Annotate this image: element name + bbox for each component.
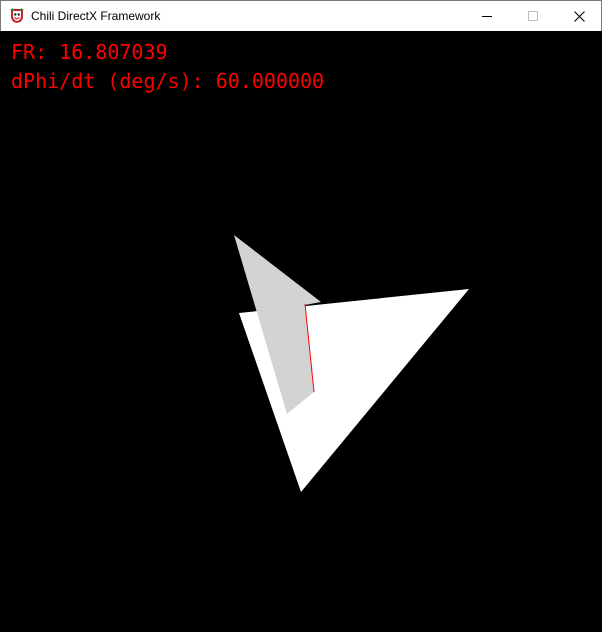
maximize-icon — [528, 11, 538, 21]
title-bar[interactable]: Chili DirectX Framework — [0, 0, 602, 31]
chili-app-icon — [10, 8, 24, 23]
close-icon — [573, 10, 585, 22]
rotation-speed-readout: dPhi/dt (deg/s): 60.000000 — [11, 69, 325, 93]
app-window: Chili DirectX Framework FR: 16.807039 dP… — [0, 0, 602, 632]
close-button[interactable] — [556, 1, 602, 31]
frame-rate-readout: FR: 16.807039 — [11, 40, 168, 64]
3d-scene — [234, 235, 469, 492]
maximize-button[interactable] — [510, 1, 556, 31]
render-canvas[interactable]: FR: 16.807039 dPhi/dt (deg/s): 60.000000 — [1, 31, 601, 631]
minimize-icon — [482, 16, 492, 17]
minimize-button[interactable] — [464, 1, 510, 31]
window-title: Chili DirectX Framework — [31, 9, 161, 23]
